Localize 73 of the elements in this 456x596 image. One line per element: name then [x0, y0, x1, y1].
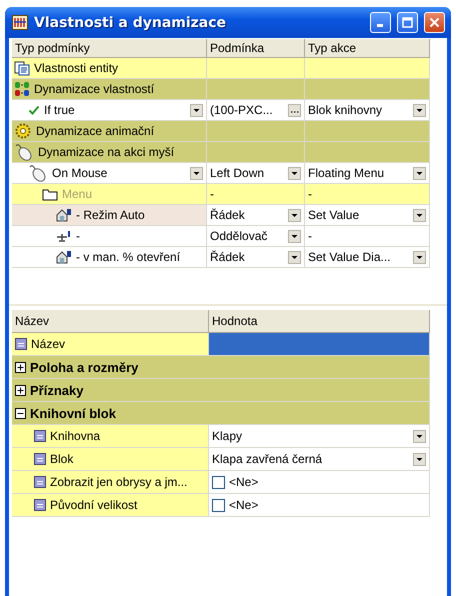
- action-text: Set Value: [308, 208, 360, 222]
- checkbox[interactable]: [212, 498, 225, 512]
- property-name: Knihovna: [50, 429, 100, 443]
- category-label[interactable]: Poloha a rozměry: [30, 360, 138, 374]
- property-icon: [34, 430, 46, 442]
- category-label[interactable]: Příznaky: [30, 382, 84, 398]
- property-value: <Ne>: [229, 475, 258, 489]
- property-icon: [15, 338, 27, 350]
- gear-icon: [14, 123, 32, 139]
- tree-item-label[interactable]: On Mouse: [52, 166, 108, 180]
- folder-icon: [42, 188, 58, 200]
- dropdown-icon[interactable]: [190, 166, 203, 180]
- expand-icon[interactable]: [15, 384, 26, 396]
- column-header[interactable]: Název: [12, 310, 209, 333]
- collapse-icon[interactable]: [15, 408, 26, 418]
- maximize-button[interactable]: [397, 12, 418, 33]
- close-icon: [429, 17, 440, 28]
- dropdown-icon[interactable]: [190, 104, 203, 116]
- action-text: Set Value Dia...: [308, 250, 390, 264]
- dropdown-icon[interactable]: [413, 166, 426, 180]
- action-text: Floating Menu: [308, 166, 384, 180]
- dropdown-icon[interactable]: [288, 208, 301, 222]
- tree-item-label[interactable]: - v man. % otevření: [76, 250, 180, 264]
- maximize-icon: [402, 17, 413, 28]
- selected-value-cell[interactable]: [209, 333, 430, 356]
- property-icon: [34, 499, 46, 511]
- dropdown-icon[interactable]: [288, 166, 301, 180]
- category-label[interactable]: Knihovní blok: [30, 406, 116, 420]
- window-title: Vlastnosti a dynamizace: [34, 14, 228, 30]
- dropdown-icon[interactable]: [413, 452, 426, 466]
- property-name: Název: [31, 337, 66, 351]
- condition-text: Řádek: [210, 208, 245, 222]
- tree-item-label[interactable]: -: [76, 229, 80, 243]
- property-name: Blok: [50, 452, 74, 466]
- expand-icon[interactable]: [15, 362, 26, 372]
- action-text: -: [308, 187, 312, 201]
- action-text: -: [308, 229, 312, 243]
- app-icon: [12, 15, 28, 30]
- connector-icon: [14, 81, 30, 97]
- separator-icon: [56, 229, 72, 243]
- dropdown-icon[interactable]: [413, 104, 426, 116]
- tree-item-label[interactable]: If true: [44, 103, 75, 117]
- condition-text: Řádek: [210, 250, 245, 264]
- property-name: Zobrazit jen obrysy a jm...: [50, 475, 188, 489]
- menu-item-icon: [56, 208, 72, 222]
- close-button[interactable]: [424, 12, 445, 33]
- ellipsis-icon[interactable]: [288, 104, 301, 116]
- dropdown-icon[interactable]: [413, 430, 426, 442]
- document-icon: [14, 60, 30, 76]
- column-header[interactable]: Typ akce: [305, 39, 430, 58]
- dropdown-icon[interactable]: [413, 250, 426, 264]
- mouse-icon: [14, 143, 34, 161]
- checkmark-icon: [28, 104, 40, 116]
- property-value: Klapa zavřená černá: [212, 452, 322, 466]
- checkbox[interactable]: [212, 476, 225, 488]
- menu-item-icon: [56, 250, 72, 264]
- property-value: <Ne>: [229, 498, 258, 512]
- condition-text: (100-PXC...: [210, 103, 273, 117]
- column-header[interactable]: Podmínka: [207, 39, 305, 58]
- dropdown-icon[interactable]: [288, 250, 301, 264]
- property-icon: [34, 453, 46, 465]
- column-header[interactable]: Typ podmínky: [12, 39, 207, 58]
- property-name: Původní velikost: [50, 498, 138, 512]
- dropdown-icon[interactable]: [413, 208, 426, 222]
- property-icon: [34, 476, 46, 488]
- action-text: Blok knihovny: [308, 103, 382, 117]
- column-header[interactable]: Hodnota: [209, 310, 430, 333]
- minimize-button[interactable]: [370, 12, 391, 33]
- property-value: Klapy: [212, 429, 242, 443]
- condition-text: Oddělovač: [210, 229, 268, 243]
- dropdown-icon[interactable]: [288, 230, 301, 242]
- condition-text: -: [210, 187, 214, 201]
- condition-text: Left Down: [210, 166, 264, 180]
